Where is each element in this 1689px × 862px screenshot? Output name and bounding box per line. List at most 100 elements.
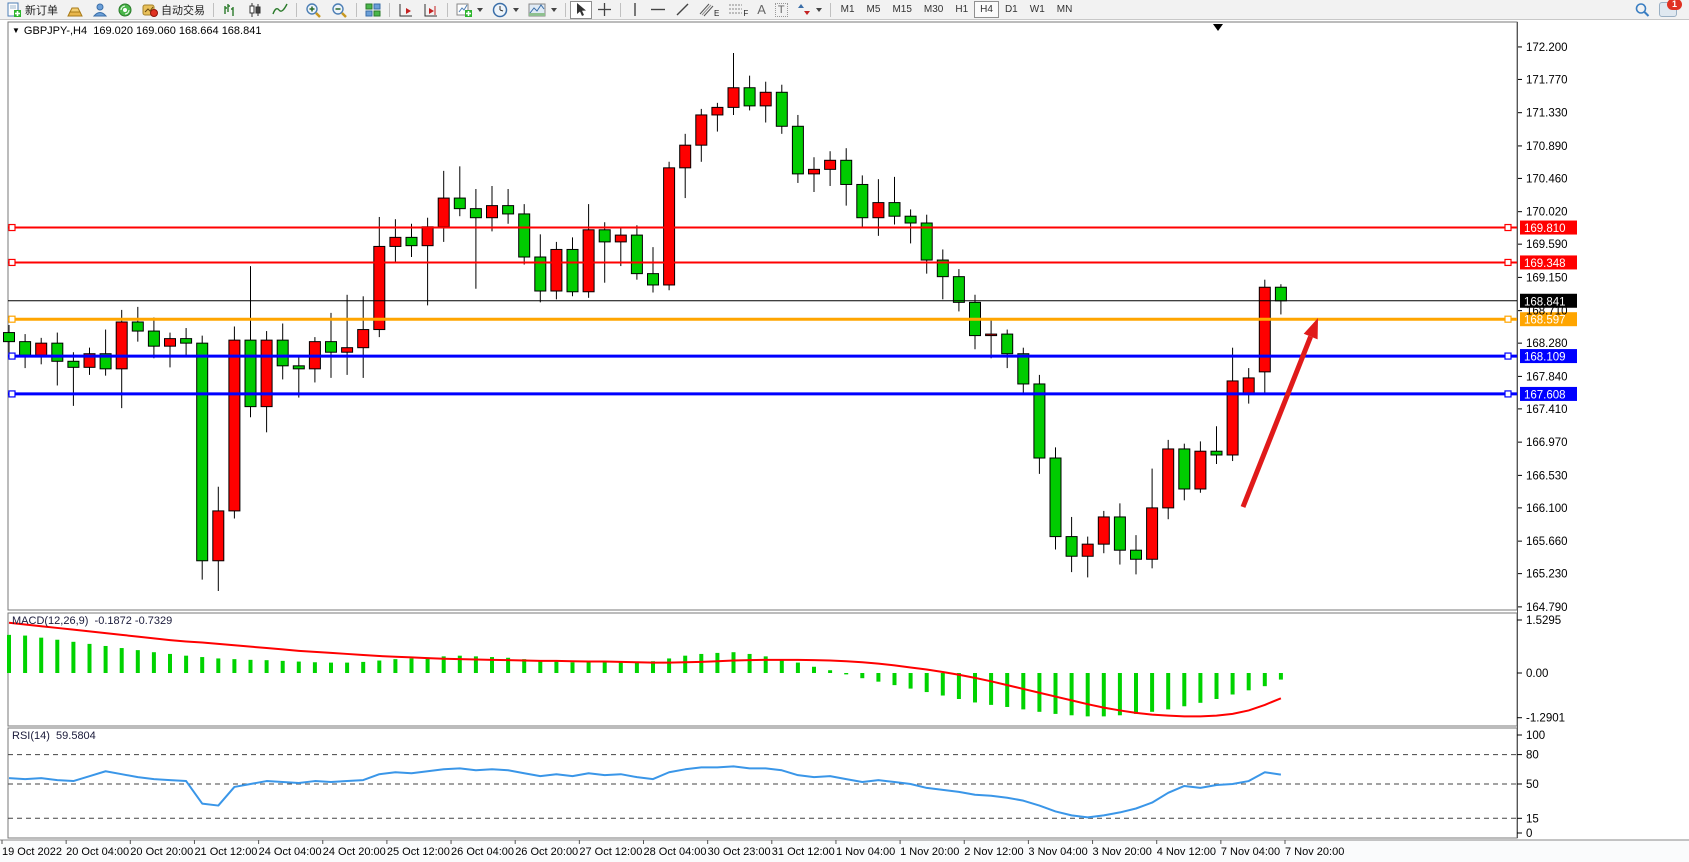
trendline-icon bbox=[675, 2, 690, 17]
tile-windows-icon bbox=[365, 2, 381, 18]
line-chart-icon bbox=[272, 2, 288, 18]
search-button[interactable] bbox=[1630, 1, 1654, 19]
data-window-button[interactable] bbox=[88, 1, 112, 19]
chart-title: ▼GBPJPY-,H4 169.020 169.060 168.664 168.… bbox=[12, 25, 261, 37]
candle bbox=[905, 216, 916, 223]
text-button[interactable]: A bbox=[753, 1, 770, 19]
time-tick-label: 30 Oct 23:00 bbox=[708, 846, 771, 858]
time-tick-label: 27 Oct 12:00 bbox=[579, 846, 642, 858]
vertical-line-button[interactable] bbox=[625, 1, 645, 19]
rsi-tick-label: 15 bbox=[1526, 813, 1539, 825]
timeframe-MN[interactable]: MN bbox=[1051, 1, 1079, 18]
crosshair-button[interactable] bbox=[593, 1, 616, 19]
price-badge-text: 169.810 bbox=[1524, 223, 1566, 235]
timeframe-M1[interactable]: M1 bbox=[835, 1, 861, 18]
timeframe-group: M1M5M15M30H1H4D1W1MN bbox=[835, 1, 1079, 18]
timeframe-D1[interactable]: D1 bbox=[999, 1, 1024, 18]
time-tick-label: 26 Oct 04:00 bbox=[451, 846, 514, 858]
hline-handle[interactable] bbox=[1505, 225, 1511, 231]
zoom-out-button[interactable] bbox=[327, 1, 352, 19]
fibonacci-button[interactable]: F bbox=[724, 1, 752, 19]
notification-badge: 1 bbox=[1667, 0, 1682, 10]
dropdown-caret bbox=[816, 8, 822, 12]
signals-button[interactable] bbox=[113, 1, 137, 19]
hline-handle[interactable] bbox=[1505, 353, 1511, 359]
hline-handle[interactable] bbox=[1505, 259, 1511, 265]
zoom-out-icon bbox=[331, 2, 348, 18]
hline-handle[interactable] bbox=[1505, 316, 1511, 322]
candle bbox=[1227, 381, 1238, 455]
marketwatch-button[interactable] bbox=[63, 1, 87, 19]
toolbar-separator bbox=[447, 3, 448, 17]
period-button[interactable] bbox=[488, 1, 523, 19]
candle bbox=[696, 115, 707, 145]
line-chart-button[interactable] bbox=[268, 1, 292, 19]
candle bbox=[1179, 449, 1190, 489]
rsi-tick-label: 50 bbox=[1526, 779, 1539, 791]
hline-handle[interactable] bbox=[9, 391, 15, 397]
symbol-dropdown-icon[interactable]: ▼ bbox=[12, 26, 20, 35]
autotrade-label: 自动交易 bbox=[161, 2, 205, 18]
timeframe-M15[interactable]: M15 bbox=[886, 1, 917, 18]
new-chart-button[interactable] bbox=[452, 1, 487, 19]
candle bbox=[181, 339, 192, 344]
candle bbox=[680, 145, 691, 168]
toolbar: 新订单 自动交易 bbox=[0, 0, 1689, 20]
candle bbox=[631, 235, 642, 274]
price-axis[interactable] bbox=[1517, 22, 1518, 838]
timeframe-M30[interactable]: M30 bbox=[918, 1, 949, 18]
toolbar-separator bbox=[565, 3, 566, 17]
candle bbox=[487, 206, 498, 218]
candle bbox=[648, 274, 659, 285]
tile-windows-button[interactable] bbox=[361, 1, 385, 19]
hline-handle[interactable] bbox=[1505, 391, 1511, 397]
price-tick-label: 169.150 bbox=[1526, 272, 1568, 284]
rsi-name: RSI(14) bbox=[12, 730, 50, 742]
new-order-button[interactable]: 新订单 bbox=[2, 1, 62, 19]
notifications-button[interactable]: 1 bbox=[1655, 1, 1681, 19]
zoom-in-button[interactable] bbox=[301, 1, 326, 19]
hline-handle[interactable] bbox=[9, 259, 15, 265]
candle bbox=[68, 361, 79, 367]
timeframe-H1[interactable]: H1 bbox=[949, 1, 974, 18]
candle bbox=[986, 334, 997, 336]
price-tick-label: 168.710 bbox=[1526, 306, 1568, 318]
timeframe-W1[interactable]: W1 bbox=[1024, 1, 1051, 18]
candle bbox=[52, 343, 63, 361]
chart-shift-button[interactable] bbox=[419, 1, 443, 19]
hline-handle[interactable] bbox=[9, 316, 15, 322]
candlestick-button[interactable] bbox=[243, 1, 267, 19]
price-tick-label: 171.330 bbox=[1526, 108, 1568, 120]
main-pane bbox=[8, 22, 1517, 610]
text-label-button[interactable]: T bbox=[771, 1, 792, 19]
toolbar-separator bbox=[830, 3, 831, 17]
price-tick-label: 172.200 bbox=[1526, 42, 1568, 54]
trendline-button[interactable] bbox=[671, 1, 694, 19]
zoom-in-icon bbox=[305, 2, 322, 18]
candle bbox=[36, 343, 47, 355]
timeframe-M5[interactable]: M5 bbox=[861, 1, 887, 18]
candle bbox=[712, 107, 723, 115]
crosshair-icon bbox=[597, 2, 612, 17]
horizontal-line-button[interactable] bbox=[646, 1, 670, 19]
autotrade-icon bbox=[142, 2, 158, 18]
price-tick-label: 164.790 bbox=[1526, 602, 1568, 614]
template-button[interactable] bbox=[524, 1, 561, 19]
candle bbox=[889, 203, 900, 217]
candle bbox=[293, 366, 304, 369]
hline-handle[interactable] bbox=[9, 353, 15, 359]
autotrade-button[interactable]: 自动交易 bbox=[138, 1, 209, 19]
arrows-icon bbox=[797, 2, 811, 17]
search-icon bbox=[1634, 2, 1650, 18]
cursor-button[interactable] bbox=[570, 1, 592, 19]
equidistant-channel-button[interactable]: E bbox=[695, 1, 723, 19]
timeframe-H4[interactable]: H4 bbox=[974, 1, 999, 18]
channel-icon bbox=[699, 2, 715, 17]
bar-chart-button[interactable] bbox=[218, 1, 242, 19]
auto-scroll-button[interactable] bbox=[394, 1, 418, 19]
hline-handle[interactable] bbox=[9, 225, 15, 231]
time-tick-label: 2 Nov 12:00 bbox=[964, 846, 1023, 858]
price-tick-label: 167.840 bbox=[1526, 371, 1568, 383]
arrows-button[interactable] bbox=[793, 1, 826, 19]
candle bbox=[438, 198, 449, 227]
